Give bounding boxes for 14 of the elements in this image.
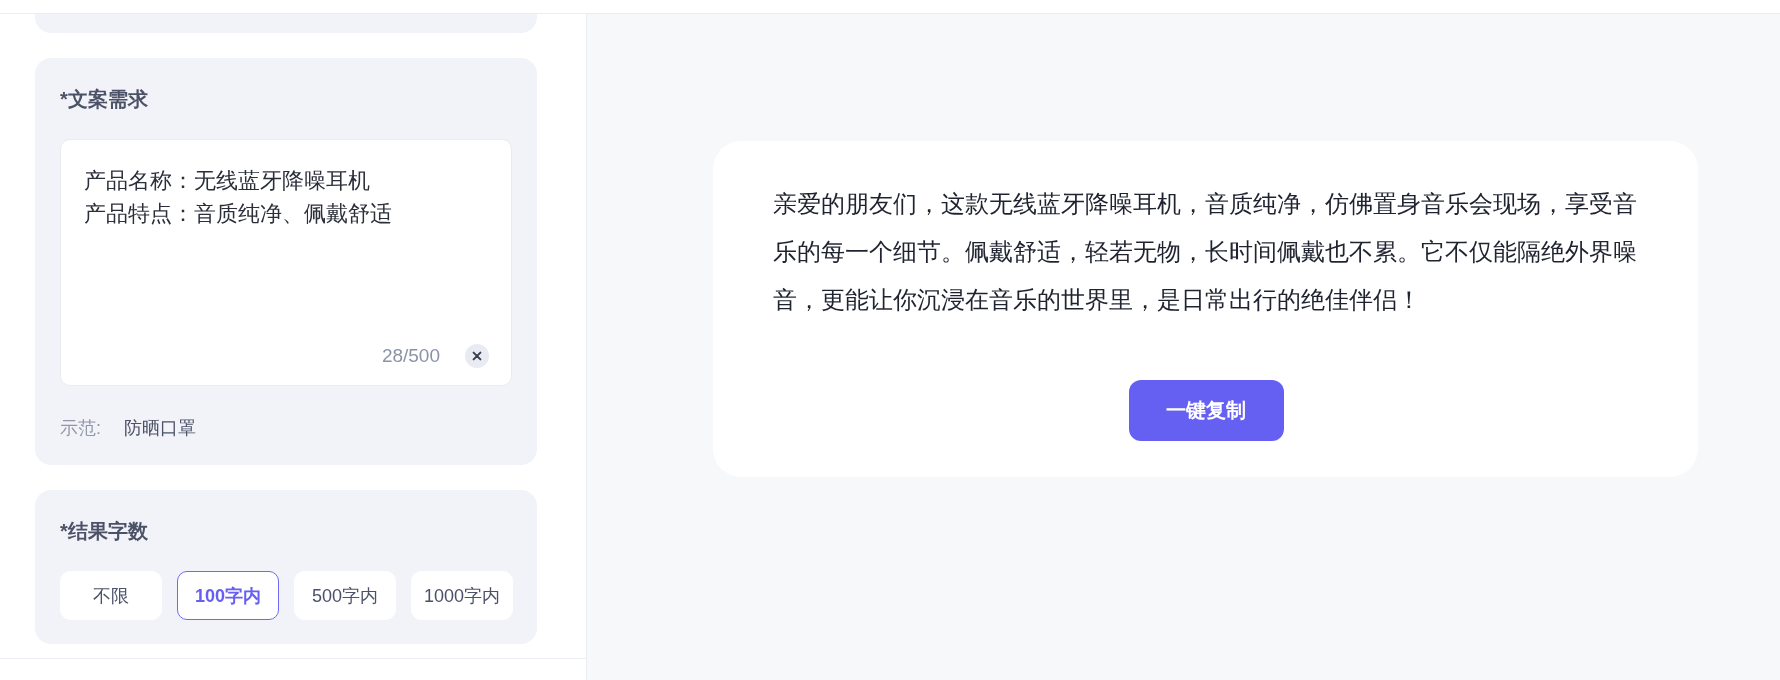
character-count: 28/500 — [381, 344, 440, 368]
input-text-line: 产品特点：音质纯净、佩戴舒适 — [84, 200, 392, 228]
section-title: *文案需求 — [60, 87, 149, 112]
result-text: 亲爱的朋友们，这款无线蓝牙降噪耳机，音质纯净，仿佛置身音乐会现场，享受音乐的每一个细节。佩戴舒适，轻若无物，长时间佩戴也不累。它不仅能隔绝外界噪音，更能让你沉浸在音乐的世界里，是日常出行的绝佳伴侣！ — [773, 189, 1638, 315]
input-text-line: 产品名称：无线蓝牙降噪耳机 — [84, 167, 370, 195]
length-option[interactable]: 100字内 — [177, 571, 279, 620]
section-title: *结果字数 — [60, 519, 149, 544]
clear-icon[interactable] — [465, 344, 489, 368]
length-option[interactable]: 1000字内 — [411, 571, 513, 620]
copy-button[interactable]: 一键复制 — [1128, 380, 1284, 441]
length-option[interactable]: 不限 — [60, 571, 162, 620]
length-option[interactable]: 500字内 — [294, 571, 396, 620]
example-label: 示范: — [60, 417, 101, 440]
example-link[interactable]: 防晒口罩 — [124, 415, 196, 441]
